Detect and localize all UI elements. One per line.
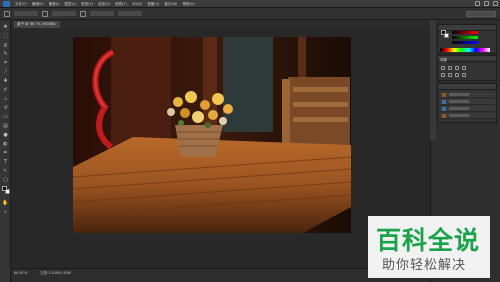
adjustments-label: 调整 xyxy=(440,58,447,62)
marquee-tool-icon[interactable]: ⬚ xyxy=(2,33,9,40)
crop-tool-icon[interactable]: ⌗ xyxy=(2,60,9,67)
move-tool-icon[interactable]: ✥ xyxy=(2,24,9,31)
layer-row[interactable] xyxy=(440,99,495,105)
layer-name xyxy=(449,114,469,117)
menu-type[interactable]: 类型(Y) xyxy=(81,1,93,7)
levels-icon[interactable] xyxy=(448,66,452,70)
history-brush-tool-icon[interactable]: ↺ xyxy=(2,105,9,112)
close-icon[interactable] xyxy=(493,1,498,6)
menu-bar: 文件(F) 编辑(E) 图像(I) 图层(L) 类型(Y) 选择(S) 滤镜(T… xyxy=(0,0,500,8)
app-logo-icon xyxy=(3,0,10,7)
layers-panel-header[interactable] xyxy=(438,84,496,90)
color-balance-icon[interactable] xyxy=(455,73,459,77)
eraser-tool-icon[interactable]: ▭ xyxy=(2,114,9,121)
tools-panel: ✥ ⬚ ϱ ✎ ⌗ ⁄ ✚ ✐ ⊥ ↺ ▭ ▤ ● ◐ ✒ T ↖ ▢ ✋ ⌕ xyxy=(0,20,11,282)
watermark-subtitle: 助你轻松解决 xyxy=(382,258,467,273)
option-field[interactable] xyxy=(90,11,114,16)
black-white-icon[interactable] xyxy=(462,73,466,77)
path-select-tool-icon[interactable]: ↖ xyxy=(2,168,9,175)
menu-file[interactable]: 文件(F) xyxy=(15,1,27,7)
quick-select-tool-icon[interactable]: ✎ xyxy=(2,51,9,58)
layer-name xyxy=(449,107,469,110)
menu-view[interactable]: 视图(V) xyxy=(147,1,159,7)
lasso-tool-icon[interactable]: ϱ xyxy=(2,42,9,49)
hue-saturation-icon[interactable] xyxy=(448,73,452,77)
hand-tool-icon[interactable]: ✋ xyxy=(2,200,9,207)
tool-preset-icon[interactable] xyxy=(4,10,10,17)
zoom-tool-icon[interactable]: ⌕ xyxy=(2,209,9,216)
watermark: 百科全说 助你轻松解决 xyxy=(368,216,490,278)
document-tabs: 桌子 @ 66.7% (RGB/8) xyxy=(12,20,430,28)
watermark-title: 百科全说 xyxy=(376,226,481,255)
menu-window[interactable]: 窗口(W) xyxy=(164,1,177,7)
menu-layer[interactable]: 图层(L) xyxy=(64,1,76,7)
document-canvas-image[interactable] xyxy=(73,37,351,233)
blur-tool-icon[interactable]: ● xyxy=(2,132,9,139)
workspace-selector[interactable] xyxy=(466,11,496,17)
shape-tool-icon[interactable]: ▢ xyxy=(2,177,9,184)
pen-tool-icon[interactable]: ✒ xyxy=(2,150,9,157)
photo-table-flowers xyxy=(73,37,351,233)
layer-name xyxy=(449,100,469,103)
layer-thumbnail xyxy=(442,93,446,97)
type-tool-icon[interactable]: T xyxy=(2,159,9,166)
curves-icon[interactable] xyxy=(455,66,459,70)
zoom-level[interactable]: 66.67% xyxy=(14,271,27,275)
vibrance-icon[interactable] xyxy=(441,73,445,77)
document-info: 文档:2.63M/2.63M xyxy=(40,271,71,275)
blue-slider[interactable] xyxy=(452,41,478,44)
option-field[interactable] xyxy=(118,11,142,16)
layer-row[interactable] xyxy=(440,106,495,112)
eyedropper-tool-icon[interactable]: ⁄ xyxy=(2,69,9,76)
menu-select[interactable]: 选择(S) xyxy=(98,1,110,7)
exposure-icon[interactable] xyxy=(462,66,466,70)
layer-row[interactable] xyxy=(440,113,495,119)
layer-name xyxy=(449,93,469,96)
window-controls xyxy=(475,1,498,6)
green-slider[interactable] xyxy=(452,36,478,39)
brightness-icon[interactable] xyxy=(441,66,445,70)
maximize-icon[interactable] xyxy=(484,1,489,6)
option-toggle-icon[interactable] xyxy=(80,10,86,17)
layer-thumbnail xyxy=(442,100,446,104)
menu-image[interactable]: 图像(I) xyxy=(49,1,60,7)
document-tab[interactable]: 桌子 @ 66.7% (RGB/8) xyxy=(14,21,60,28)
minimize-icon[interactable] xyxy=(475,1,480,6)
clone-stamp-tool-icon[interactable]: ⊥ xyxy=(2,96,9,103)
menu-help[interactable]: 帮助(H) xyxy=(183,1,195,7)
brush-tool-icon[interactable]: ✐ xyxy=(2,87,9,94)
options-bar xyxy=(0,8,500,20)
background-color-swatch[interactable] xyxy=(5,189,10,194)
color-swatches[interactable] xyxy=(2,186,10,194)
layer-thumbnail xyxy=(442,107,446,111)
dodge-tool-icon[interactable]: ◐ xyxy=(2,141,9,148)
collapsed-panel-strip xyxy=(430,20,436,140)
color-spectrum-bar[interactable] xyxy=(440,48,490,52)
healing-brush-tool-icon[interactable]: ✚ xyxy=(2,78,9,85)
option-field[interactable] xyxy=(52,11,76,16)
layer-row[interactable] xyxy=(440,92,495,98)
gradient-tool-icon[interactable]: ▤ xyxy=(2,123,9,130)
option-toggle-icon[interactable] xyxy=(42,10,48,17)
menu-3d[interactable]: 3D(D) xyxy=(132,1,142,7)
menu-filter[interactable]: 滤镜(T) xyxy=(115,1,127,7)
option-field[interactable] xyxy=(14,11,38,16)
layer-thumbnail xyxy=(442,114,446,118)
photoshop-window: 文件(F) 编辑(E) 图像(I) 图层(L) 类型(Y) 选择(S) 滤镜(T… xyxy=(0,0,500,282)
panel-background-swatch[interactable] xyxy=(444,33,449,38)
menu-edit[interactable]: 编辑(E) xyxy=(32,1,44,7)
red-slider[interactable] xyxy=(452,31,478,34)
